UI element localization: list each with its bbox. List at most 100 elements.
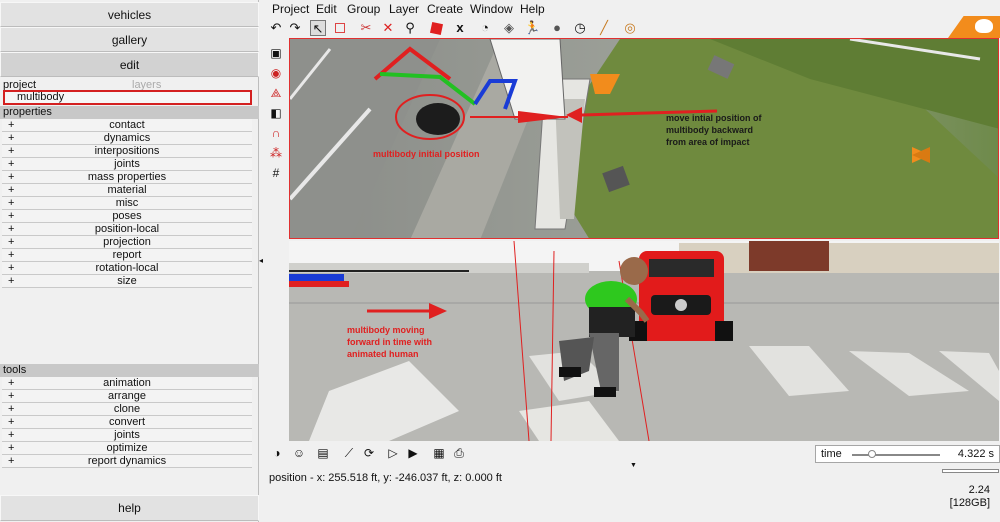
dial-icon[interactable]: ◔ bbox=[477, 20, 493, 36]
expand-plus-icon[interactable]: + bbox=[8, 249, 14, 261]
undo-icon[interactable]: ↶ bbox=[268, 20, 284, 36]
tool-item[interactable]: + convert bbox=[2, 416, 252, 429]
property-item[interactable]: + rotation-local bbox=[2, 262, 252, 275]
expand-plus-icon[interactable]: + bbox=[8, 236, 14, 248]
status-bar: ◑ ☺ ▤ ⟋ ⟳ ▷ ▶ ▦ ⎙ ▼ time 4.322 s positio… bbox=[262, 441, 1000, 522]
edit-button[interactable]: edit bbox=[0, 52, 259, 77]
property-item[interactable]: + dynamics bbox=[2, 132, 252, 145]
expand-plus-icon[interactable]: + bbox=[8, 416, 14, 428]
expand-plus-icon[interactable]: + bbox=[8, 455, 14, 467]
expand-plus-icon[interactable]: + bbox=[8, 262, 14, 274]
expand-plus-icon[interactable]: + bbox=[8, 145, 14, 157]
tool-label: convert bbox=[108, 416, 146, 428]
select-arrow-icon[interactable]: ↖ bbox=[310, 20, 326, 36]
select-box-icon[interactable] bbox=[332, 20, 348, 36]
sphere-icon[interactable]: ● bbox=[549, 20, 565, 36]
top-viewport[interactable]: multibody initial position move intial p… bbox=[289, 38, 999, 239]
view-tools: ▣ ◉ ⟁ ◧ ∩ ⁂ # bbox=[266, 46, 286, 186]
expand-plus-icon[interactable]: + bbox=[8, 223, 14, 235]
head-icon[interactable]: ☺ bbox=[290, 446, 308, 462]
property-item[interactable]: + contact bbox=[2, 119, 252, 132]
document-icon[interactable]: ▦ bbox=[430, 446, 448, 462]
dropdown-caret-icon[interactable]: ▼ bbox=[630, 462, 637, 469]
selected-object-multibody[interactable]: multibody bbox=[3, 90, 252, 105]
menu-edit[interactable]: Edit bbox=[316, 2, 337, 16]
tool-label: report dynamics bbox=[87, 455, 167, 467]
property-item[interactable]: + material bbox=[2, 184, 252, 197]
running-human-icon[interactable]: 🏃 bbox=[524, 20, 540, 36]
property-item[interactable]: + size bbox=[2, 275, 252, 288]
target-icon[interactable]: ◉ bbox=[266, 66, 286, 86]
expand-plus-icon[interactable]: + bbox=[8, 390, 14, 402]
scissors-icon[interactable]: ✂ bbox=[358, 20, 374, 36]
graph-icon[interactable]: ⟋ bbox=[340, 446, 358, 462]
gauge-icon[interactable]: ◷ bbox=[572, 20, 588, 36]
expand-plus-icon[interactable]: + bbox=[8, 158, 14, 170]
gallery-button[interactable]: gallery bbox=[0, 27, 259, 52]
expand-plus-icon[interactable]: + bbox=[8, 429, 14, 441]
time-slider-knob[interactable] bbox=[868, 450, 876, 458]
expand-plus-icon[interactable]: + bbox=[8, 377, 14, 389]
expand-plus-icon[interactable]: + bbox=[8, 171, 14, 183]
spheres-icon[interactable]: ⁂ bbox=[266, 146, 286, 166]
property-label: size bbox=[117, 275, 137, 287]
step-icon[interactable]: ▶ bbox=[404, 446, 422, 462]
property-item[interactable]: + interpositions bbox=[2, 145, 252, 158]
tool-item[interactable]: + animation bbox=[2, 377, 252, 390]
menu-window[interactable]: Window bbox=[470, 2, 513, 16]
version-info: 2.24 [128GB] bbox=[950, 484, 990, 510]
property-item[interactable]: + poses bbox=[2, 210, 252, 223]
tool-item[interactable]: + clone bbox=[2, 403, 252, 416]
bottom-viewport[interactable]: multibody moving forward in time with an… bbox=[289, 241, 999, 441]
box-icon[interactable]: ◧ bbox=[266, 106, 286, 126]
menu-group[interactable]: Group bbox=[347, 2, 380, 16]
time-control: time 4.322 s bbox=[815, 445, 1000, 463]
x-axis-icon[interactable]: x bbox=[452, 20, 468, 36]
menu-project[interactable]: Project bbox=[272, 2, 309, 16]
play-icon[interactable]: ▷ bbox=[384, 446, 402, 462]
surface-icon[interactable]: ◈ bbox=[501, 20, 517, 36]
tool-item[interactable]: + arrange bbox=[2, 390, 252, 403]
help-button[interactable]: help bbox=[0, 495, 259, 521]
expand-plus-icon[interactable]: + bbox=[8, 197, 14, 209]
zoom-icon[interactable]: ⚲ bbox=[402, 20, 418, 36]
expand-plus-icon[interactable]: + bbox=[8, 275, 14, 287]
property-item[interactable]: + report bbox=[2, 249, 252, 262]
collapse-panel-arrow-icon[interactable]: ◂ bbox=[259, 256, 263, 265]
vehicles-button[interactable]: vehicles bbox=[0, 2, 259, 27]
expand-plus-icon[interactable]: + bbox=[8, 210, 14, 222]
redo-icon[interactable]: ↷ bbox=[287, 20, 303, 36]
expand-plus-icon[interactable]: + bbox=[8, 403, 14, 415]
half-circle-icon[interactable]: ◑ bbox=[268, 446, 286, 462]
property-item[interactable]: + position-local bbox=[2, 223, 252, 236]
property-label: interpositions bbox=[94, 145, 160, 157]
menu-help[interactable]: Help bbox=[520, 2, 545, 16]
expand-plus-icon[interactable]: + bbox=[8, 132, 14, 144]
print-icon[interactable]: ⎙ bbox=[450, 446, 468, 462]
time-slider[interactable] bbox=[852, 454, 940, 456]
ruler-icon[interactable]: ╱ bbox=[596, 20, 612, 36]
property-item[interactable]: + joints bbox=[2, 158, 252, 171]
expand-plus-icon[interactable]: + bbox=[8, 119, 14, 131]
delete-icon[interactable]: ✕ bbox=[380, 20, 396, 36]
axes-icon[interactable]: ⟁ bbox=[266, 86, 286, 106]
magnet-icon[interactable]: ∩ bbox=[266, 126, 286, 146]
tool-item[interactable]: + optimize bbox=[2, 442, 252, 455]
property-item[interactable]: + misc bbox=[2, 197, 252, 210]
menu-layer[interactable]: Layer bbox=[389, 2, 419, 16]
property-item[interactable]: + projection bbox=[2, 236, 252, 249]
tool-item[interactable]: + report dynamics bbox=[2, 455, 252, 468]
property-item[interactable]: + mass properties bbox=[2, 171, 252, 184]
camera-icon[interactable]: ▣ bbox=[266, 46, 286, 66]
expand-plus-icon[interactable]: + bbox=[8, 442, 14, 454]
red-shape-icon[interactable] bbox=[428, 20, 444, 36]
panel-icon[interactable]: ▤ bbox=[314, 446, 332, 462]
curve-icon[interactable]: ⟳ bbox=[360, 446, 378, 462]
grid-icon[interactable]: # bbox=[266, 166, 286, 186]
expand-plus-icon[interactable]: + bbox=[8, 184, 14, 196]
tool-item[interactable]: + joints bbox=[2, 429, 252, 442]
tools-list: + animation + arrange + clone + convert + joints +… bbox=[2, 377, 252, 468]
menu-create[interactable]: Create bbox=[427, 2, 463, 16]
plugin-icon[interactable]: ◎ bbox=[622, 20, 638, 36]
tool-label: arrange bbox=[108, 390, 146, 402]
